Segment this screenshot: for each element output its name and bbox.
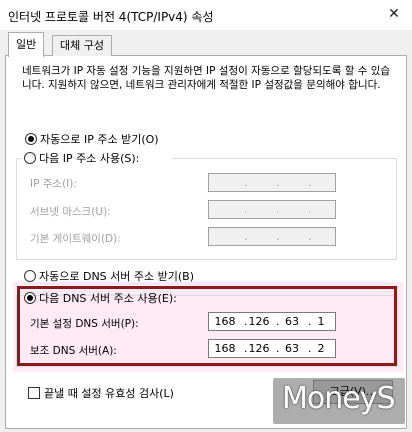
tab-alternate-config[interactable]: 대체 구성	[52, 35, 112, 56]
ip-auto-radio[interactable]	[25, 133, 37, 145]
alternate-dns-octet: 2	[317, 342, 325, 355]
dns-auto-radio[interactable]	[24, 270, 36, 282]
ip-manual-label[interactable]: 다음 IP 주소 사용(S):	[39, 150, 139, 166]
alternate-dns-octet: 168	[214, 342, 236, 355]
validate-checkbox[interactable]	[28, 387, 40, 399]
preferred-dns-octet: 1	[317, 315, 325, 328]
alternate-dns-label: 보조 DNS 서버(A):	[30, 345, 117, 357]
tab-general[interactable]: 일반	[8, 32, 45, 57]
dns-manual-label[interactable]: 다음 DNS 서버 주소 사용(E):	[39, 290, 177, 306]
ip-manual-radio[interactable]	[24, 152, 36, 164]
alternate-dns-octet: 126	[248, 342, 270, 355]
preferred-dns-octet: 63	[285, 315, 299, 328]
ip-auto-label[interactable]: 자동으로 IP 주소 받기(O)	[40, 131, 159, 147]
subnet-mask-input[interactable]: ...	[208, 200, 336, 219]
validate-label[interactable]: 끝낼 때 설정 유효성 검사(L)	[44, 385, 174, 401]
subnet-mask-label: 서브넷 마스크(U):	[30, 206, 111, 218]
alternate-dns-octet: 63	[285, 342, 299, 355]
watermark-logo: MoneyS	[282, 381, 396, 416]
preferred-dns-octet: 126	[248, 315, 270, 328]
alternate-dns-input[interactable]: 168 . 126 . 63 . 2	[208, 339, 336, 358]
default-gateway-label: 기본 게이트웨이(D):	[30, 233, 121, 245]
dns-manual-radio[interactable]	[24, 292, 36, 304]
window-title: 인터넷 프로토콜 버전 4(TCP/IPv4) 속성	[8, 10, 214, 24]
preferred-dns-input[interactable]: 168 . 126 . 63 . 1	[208, 312, 336, 331]
close-icon[interactable]: ✕	[384, 4, 404, 24]
preferred-dns-octet: 168	[214, 315, 236, 328]
description-text: 네트워크가 IP 자동 설정 기능을 지원하면 IP 설정이 자동으로 할당되도…	[22, 65, 391, 91]
ip-address-label: IP 주소(I):	[30, 178, 77, 190]
preferred-dns-label: 기본 설정 DNS 서버(P):	[30, 318, 139, 330]
ip-address-input[interactable]: ...	[208, 173, 336, 192]
default-gateway-input[interactable]: ...	[208, 227, 336, 246]
